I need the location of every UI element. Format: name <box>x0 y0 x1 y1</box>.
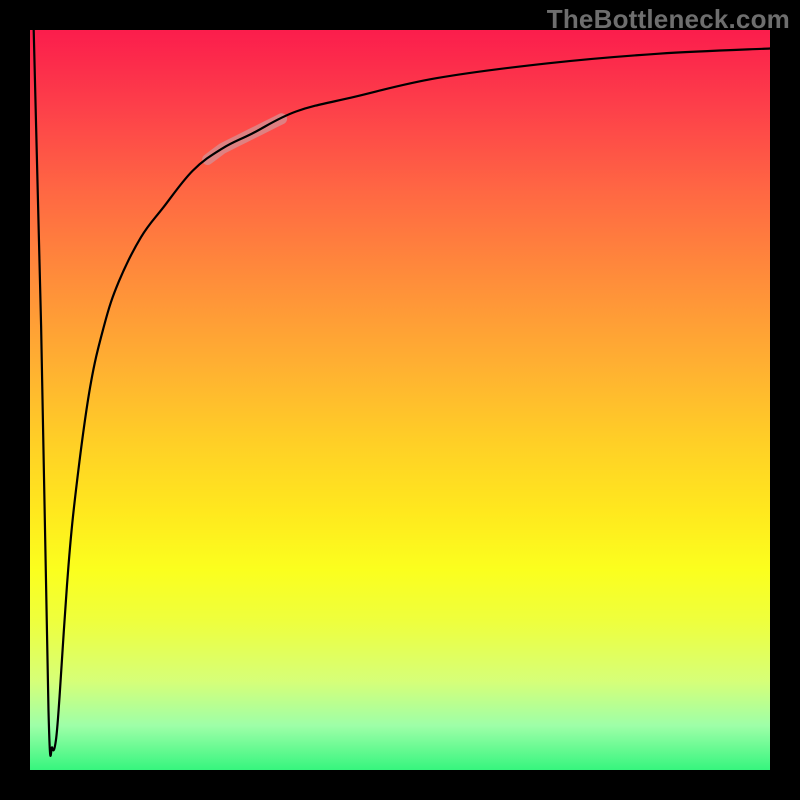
chart-frame: TheBottleneck.com <box>0 0 800 800</box>
plot-area <box>30 30 770 770</box>
curve-svg <box>30 30 770 770</box>
bottleneck-curve <box>34 30 770 756</box>
curve-highlight-segment <box>208 119 282 160</box>
